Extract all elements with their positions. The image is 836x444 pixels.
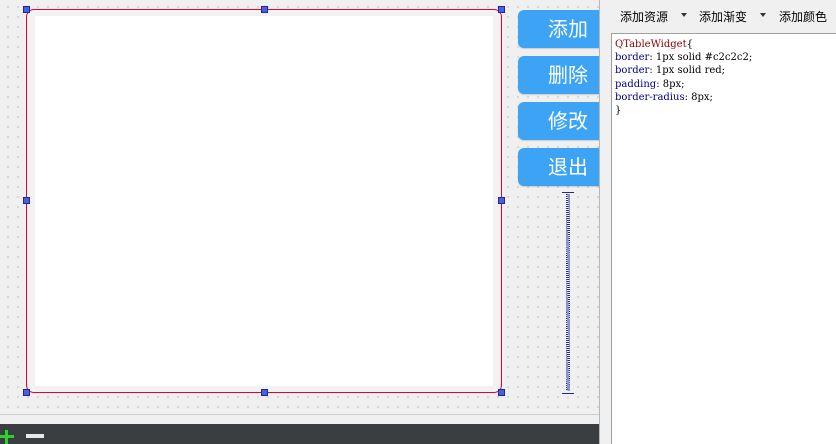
code-value: : 1px solid red; (649, 65, 726, 77)
code-property: border (615, 65, 650, 77)
code-line: border: 1px solid #c2c2c2; (615, 51, 834, 64)
selection-handle-bottom-center[interactable] (261, 389, 268, 396)
code-line: border: 1px solid red; (615, 64, 834, 77)
delete-button[interactable]: 删除 (518, 56, 610, 94)
code-property: border (615, 52, 650, 64)
code-value: : 8px; (656, 78, 685, 90)
add-color-button[interactable]: 添加颜色 (779, 8, 827, 25)
code-line: padding: 8px; (615, 78, 834, 91)
spacer-bottom-cap (562, 393, 574, 394)
code-line: border-radius: 8px; (615, 91, 834, 104)
add-gradient-button[interactable]: 添加渐变 (699, 8, 747, 25)
style-sheet-editor: 添加资源 添加渐变 添加颜色 QTableWidget{ border: 1px… (599, 0, 836, 444)
add-button[interactable]: 添加 (518, 10, 610, 48)
table-widget[interactable] (26, 9, 502, 393)
vertical-spacer[interactable] (562, 192, 574, 394)
modify-button[interactable]: 修改 (518, 102, 610, 140)
code-line: } (615, 105, 622, 117)
selection-handle-bottom-left[interactable] (23, 389, 30, 396)
table-viewport[interactable] (35, 16, 493, 386)
add-resource-button[interactable]: 添加资源 (620, 8, 668, 25)
add-gradient-dropdown-icon[interactable] (760, 13, 766, 17)
spacer-spring (566, 194, 570, 391)
canvas-bottom-border (0, 414, 600, 415)
add-resource-dropdown-icon[interactable] (681, 13, 687, 17)
code-open-brace: { (686, 39, 693, 50)
bottom-bar (0, 424, 599, 444)
designer-canvas[interactable]: 添加 删除 修改 退出 (0, 0, 610, 414)
spacer-top-cap (562, 192, 574, 193)
selection-handle-middle-left[interactable] (23, 197, 30, 204)
selection-handle-top-center[interactable] (261, 6, 268, 13)
exit-button[interactable]: 退出 (518, 148, 610, 186)
code-property: border-radius (615, 91, 685, 103)
plus-icon[interactable] (0, 430, 16, 444)
selection-handle-middle-right[interactable] (498, 197, 505, 204)
code-value: : 8px; (684, 91, 713, 103)
selection-handle-top-right[interactable] (498, 6, 505, 13)
code-line: QTableWidget{ (615, 38, 834, 51)
editor-toolbar: 添加资源 添加渐变 添加颜色 (600, 0, 836, 30)
code-property: padding (615, 78, 657, 90)
selection-handle-top-left[interactable] (23, 6, 30, 13)
selection-handle-bottom-right[interactable] (498, 389, 505, 396)
style-sheet-text-area[interactable]: QTableWidget{ border: 1px solid #c2c2c2;… (611, 33, 836, 444)
code-selector: QTableWidget (615, 39, 687, 50)
minus-icon[interactable] (26, 434, 44, 438)
code-value: : 1px solid #c2c2c2; (649, 52, 753, 64)
